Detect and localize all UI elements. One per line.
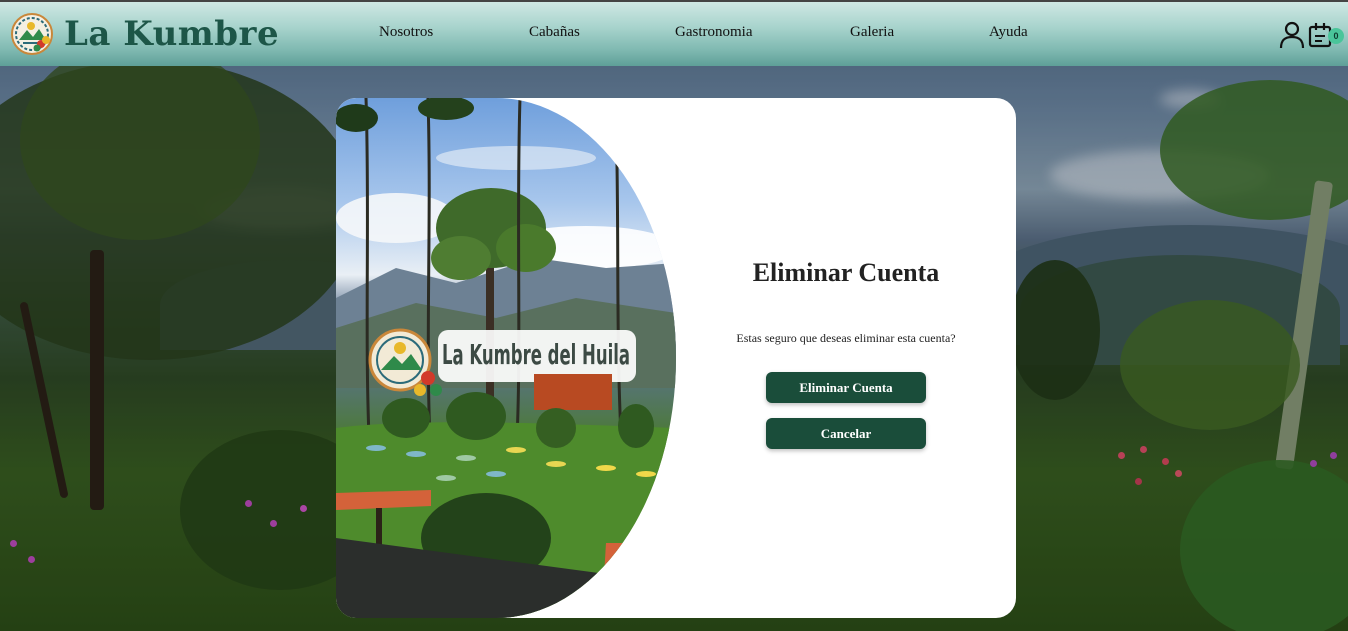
confirm-delete-button[interactable]: Eliminar Cuenta [766, 372, 926, 403]
photo-sign-text: La Kumbre del Huila [442, 338, 630, 371]
user-icon[interactable] [1279, 21, 1305, 49]
cart-count-badge: 0 [1328, 28, 1344, 44]
nav-item-cabanas[interactable]: Cabañas [529, 24, 580, 41]
main-nav: Nosotros Cabañas Gastronomia Galeria Ayu… [0, 2, 1348, 66]
nav-item-nosotros[interactable]: Nosotros [379, 24, 433, 41]
nav-item-gastronomia[interactable]: Gastronomia [675, 24, 752, 41]
nav-item-ayuda[interactable]: Ayuda [989, 24, 1028, 41]
delete-account-modal: La Kumbre del Huila Eliminar Cuenta Esta… [336, 98, 1016, 618]
modal-title: Eliminar Cuenta [752, 258, 940, 287]
site-header: La Kumbre Nosotros Cabañas Gastronomia G… [0, 2, 1348, 66]
modal-illustration-photo: La Kumbre del Huila [336, 98, 676, 618]
top-border [0, 0, 1348, 2]
modal-content: Eliminar Cuenta Estas seguro que deseas … [676, 98, 1016, 618]
photo-scene: La Kumbre del Huila [336, 98, 676, 618]
nav-item-galeria[interactable]: Galeria [850, 24, 894, 41]
cancel-button[interactable]: Cancelar [766, 418, 926, 449]
modal-confirm-message: Estas seguro que deseas eliminar esta cu… [736, 331, 956, 345]
